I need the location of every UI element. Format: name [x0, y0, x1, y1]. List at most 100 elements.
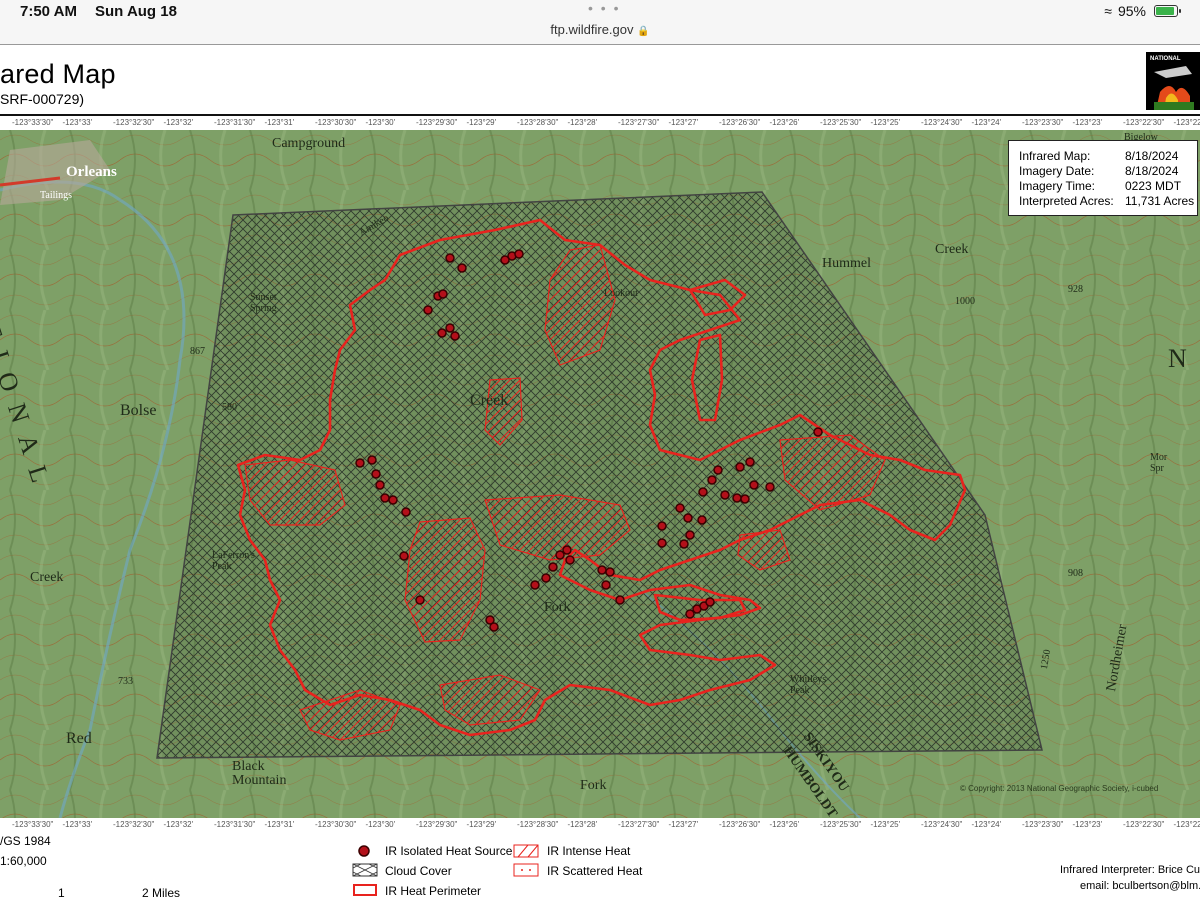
coordinate-tick-label: -123°31'30": [214, 820, 256, 829]
label-creek-left: Creek: [30, 570, 64, 585]
label-creek-center: Creek: [470, 392, 509, 409]
coordinate-tick-label: -123°25': [870, 118, 901, 127]
coordinate-tick-label: -123°28'30": [517, 820, 559, 829]
coordinate-tick-label: -123°27'30": [618, 118, 660, 127]
scattered-heat-icon: [513, 863, 539, 877]
logo-text: NATIONAL: [1150, 56, 1181, 62]
legend-email: email: bculbertson@blm.g: [1080, 880, 1200, 892]
coordinate-tick-label: -123°31': [264, 118, 295, 127]
label-tailings: Tailings: [40, 190, 73, 201]
battery-percent: 95%: [1117, 3, 1146, 19]
coordinate-tick-label: -123°32'30": [113, 118, 155, 127]
map-title: ared Map: [0, 59, 116, 89]
coordinate-tick-label: -123°26'30": [719, 820, 761, 829]
coordinate-tick-label: -123°29': [466, 820, 497, 829]
cloud-cover-icon: [352, 863, 378, 877]
infrared-map[interactable]: Orleans Campground Tailings Bolse LaFerr…: [0, 130, 1200, 818]
info-row: Infrared Map: 8/18/2024: [1019, 149, 1179, 163]
coordinate-strip-top: -123°33'30" -123°33' -123°32'30" -123°32' -1…: [0, 116, 1200, 130]
coordinate-tick-label: -123°23'30": [1022, 820, 1064, 829]
address-bar[interactable]: ftp.wildfire.gov 🔒: [0, 22, 1200, 37]
coordinate-tick-label: -123°25': [870, 820, 901, 829]
coordinate-tick-label: -123°28': [567, 820, 598, 829]
legend-interpreter: Infrared Interpreter: Brice Culb: [1060, 864, 1200, 876]
info-row: Interpreted Acres: 11,731 Acres: [1019, 194, 1195, 208]
ios-status-bar: 7:50 AM Sun Aug 18 • • • ftp.wildfire.go…: [0, 0, 1200, 44]
legend-isolated-heat: IR Isolated Heat Source: [385, 844, 513, 858]
label-lafferon-peak: LaFerron's Peak: [212, 550, 255, 572]
coordinate-tick-label: -123°22': [1173, 820, 1200, 829]
map-legend: /GS 1984 1:60,000 1 2 Miles IR Isolated …: [0, 832, 1200, 900]
label-bolse: Bolse: [120, 402, 157, 419]
label-elev-733: 733: [118, 676, 133, 687]
coordinate-tick-label: -123°30': [365, 820, 396, 829]
map-copyright: © Copyright: 2013 National Geographic So…: [960, 784, 1159, 793]
legend-scale-2: 2 Miles: [142, 886, 181, 900]
coordinate-tick-label: -123°29'30": [416, 820, 458, 829]
label-n-right: N: [1168, 344, 1187, 373]
legend-heat-perimeter: IR Heat Perimeter: [385, 884, 482, 898]
legend-cloud-cover: Cloud Cover: [385, 864, 452, 878]
label-lookout: Lookout: [604, 288, 638, 299]
coordinate-tick-label: -123°33'30": [12, 118, 54, 127]
coordinate-tick-label: -123°24': [971, 118, 1002, 127]
coordinate-tick-label: -123°27': [668, 820, 699, 829]
battery-icon: [1154, 5, 1181, 17]
coordinate-tick-label: -123°28'30": [517, 118, 559, 127]
coordinate-tick-label: -123°33'30": [12, 820, 54, 829]
info-row: Imagery Date: 8/18/2024: [1019, 164, 1179, 178]
coordinate-tick-label: -123°30'30": [315, 820, 357, 829]
coordinate-tick-label: -123°33': [62, 118, 93, 127]
coordinate-strip-bottom: -123°33'30" -123°33' -123°32'30" -123°32' -1…: [0, 818, 1200, 832]
legend-scale-1: 1: [58, 886, 65, 900]
coordinate-tick-label: -123°30': [365, 118, 396, 127]
coordinate-tick-label: -123°22'30": [1123, 820, 1165, 829]
coordinate-tick-label: -123°26'30": [719, 118, 761, 127]
map-canvas: [0, 130, 1200, 818]
coordinate-tick-label: -123°33': [62, 820, 93, 829]
legend-intense-heat: IR Intense Heat: [547, 844, 631, 858]
coordinate-tick-label: -123°28': [567, 118, 598, 127]
label-black-mountain: Black Mountain: [232, 759, 287, 788]
legend-scattered-heat: IR Scattered Heat: [547, 864, 643, 878]
label-mor-spr: Mor Spr: [1150, 452, 1168, 474]
coordinate-tick-label: -123°22'30": [1123, 118, 1165, 127]
lock-icon: 🔒: [637, 26, 650, 37]
url-text: ftp.wildfire.gov: [550, 22, 634, 37]
heat-perimeter-icon: [353, 884, 377, 896]
wifi-icon: ≈: [1104, 3, 1112, 19]
status-time: 7:50 AM: [20, 3, 77, 20]
coordinate-tick-label: -123°31': [264, 820, 295, 829]
coordinate-tick-label: -123°24'30": [921, 820, 963, 829]
label-orleans: Orleans: [66, 164, 117, 180]
label-creek-right: Creek: [935, 242, 969, 257]
label-campground: Campground: [272, 136, 346, 151]
coordinate-tick-label: -123°32': [163, 820, 194, 829]
intense-heat-icon: [513, 844, 539, 858]
coordinate-tick-label: -123°27'30": [618, 820, 660, 829]
coordinate-tick-label: -123°26': [769, 118, 800, 127]
coordinate-tick-label: -123°25'30": [820, 118, 862, 127]
coordinate-tick-label: -123°29'30": [416, 118, 458, 127]
coordinate-tick-label: -123°32': [163, 118, 194, 127]
label-elev-580: 580: [222, 402, 237, 413]
coordinate-tick-label: -123°22': [1173, 118, 1200, 127]
label-hummel: Hummel: [822, 256, 871, 271]
map-info-box: Infrared Map: 8/18/2024 Imagery Date: 8/18…: [1008, 140, 1198, 216]
label-fork-bottom: Fork: [580, 778, 607, 793]
label-elev-867: 867: [190, 346, 205, 357]
map-subtitle: SRF-000729): [0, 91, 85, 107]
label-elev-908: 908: [1068, 568, 1083, 579]
agency-logo: NATIONAL: [1146, 52, 1200, 110]
coordinate-tick-label: -123°31'30": [214, 118, 256, 127]
coordinate-tick-label: -123°23': [1072, 820, 1103, 829]
label-fork-center: Fork: [544, 600, 571, 615]
coordinate-tick-label: -123°25'30": [820, 820, 862, 829]
coordinate-tick-label: -123°23': [1072, 118, 1103, 127]
info-row: Imagery Time: 0223 MDT: [1019, 179, 1182, 193]
label-sunset-spring: Sunset Spring: [250, 292, 277, 314]
multitask-dots-icon[interactable]: • • •: [588, 0, 620, 16]
legend-datum: /GS 1984: [0, 834, 51, 848]
isolated-heat-icon: [358, 845, 370, 857]
map-header: ared Map SRF-000729): [0, 44, 1200, 116]
